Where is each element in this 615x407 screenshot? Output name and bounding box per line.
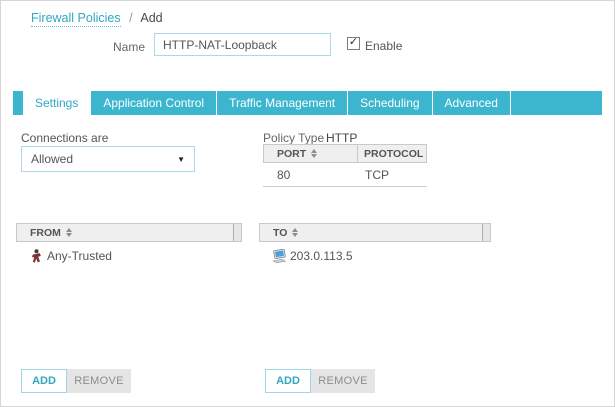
policy-name-input[interactable]	[154, 33, 331, 56]
to-add-button[interactable]: ADD	[265, 369, 311, 393]
tab-traffic-management[interactable]: Traffic Management	[217, 91, 348, 115]
port-table-row[interactable]: 80 TCP	[263, 163, 427, 187]
alias-person-icon	[29, 249, 44, 263]
breadcrumb: Firewall Policies / Add	[31, 11, 163, 27]
enable-checkbox[interactable]: ✓	[347, 37, 360, 50]
from-remove-button[interactable]: REMOVE	[67, 369, 131, 393]
port-protocol-table: PORT PROTOCOL 80 TCP	[263, 144, 427, 187]
protocol-cell: TCP	[365, 167, 389, 182]
to-column-header-label: TO	[273, 226, 288, 239]
to-list-scrollbar[interactable]	[482, 224, 490, 241]
port-column-header-label: PORT	[277, 147, 307, 160]
protocol-column-header: PROTOCOL	[357, 145, 426, 162]
to-list: TO 203.0.113.5	[259, 223, 491, 263]
connections-are-selected-value: Allowed	[31, 152, 74, 166]
checkmark-icon: ✓	[348, 36, 359, 48]
connections-are-label: Connections are	[21, 131, 109, 145]
policy-type-label: Policy Type	[263, 131, 325, 145]
port-table-header-row: PORT PROTOCOL	[263, 144, 427, 163]
sort-icon	[65, 228, 72, 237]
tab-bar-filler	[510, 91, 602, 115]
sort-icon	[311, 149, 318, 158]
to-remove-button[interactable]: REMOVE	[311, 369, 375, 393]
from-column-header-label: FROM	[30, 226, 61, 239]
connections-are-select[interactable]: Allowed ▼	[21, 146, 195, 172]
port-cell: 80	[277, 167, 291, 182]
from-list: FROM Any-Trusted	[16, 223, 242, 263]
from-list-scrollbar[interactable]	[233, 224, 241, 241]
add-firewall-policy-page: Firewall Policies / Add Name ✓ Enable Se…	[0, 0, 615, 407]
from-list-item-label: Any-Trusted	[47, 249, 112, 263]
policy-type-value: HTTP	[326, 131, 358, 145]
tab-scheduling[interactable]: Scheduling	[348, 91, 432, 115]
breadcrumb-link-firewall-policies[interactable]: Firewall Policies	[31, 11, 121, 27]
breadcrumb-separator: /	[129, 11, 133, 25]
from-column-header[interactable]: FROM	[16, 223, 242, 242]
tab-bar-leading-strip	[13, 91, 23, 115]
to-column-header[interactable]: TO	[259, 223, 491, 242]
host-computer-icon	[272, 249, 287, 263]
enable-label: Enable	[365, 39, 403, 53]
dropdown-arrow-icon: ▼	[177, 154, 185, 164]
port-column-header[interactable]: PORT	[264, 145, 357, 162]
to-list-item-label: 203.0.113.5	[290, 249, 353, 263]
from-buttons: ADD REMOVE	[21, 369, 131, 393]
name-label: Name	[112, 40, 145, 54]
sort-icon	[292, 228, 299, 237]
tab-bar: Settings Application Control Traffic Man…	[13, 91, 602, 119]
to-buttons: ADD REMOVE	[265, 369, 375, 393]
tab-advanced[interactable]: Advanced	[432, 91, 510, 115]
breadcrumb-current-add: Add	[140, 11, 163, 25]
protocol-column-header-label: PROTOCOL	[364, 147, 424, 160]
to-list-item-host[interactable]: 203.0.113.5	[272, 249, 491, 263]
tab-application-control[interactable]: Application Control	[91, 91, 217, 115]
from-add-button[interactable]: ADD	[21, 369, 67, 393]
tab-settings[interactable]: Settings	[23, 91, 91, 119]
from-list-item-any-trusted[interactable]: Any-Trusted	[29, 249, 242, 263]
